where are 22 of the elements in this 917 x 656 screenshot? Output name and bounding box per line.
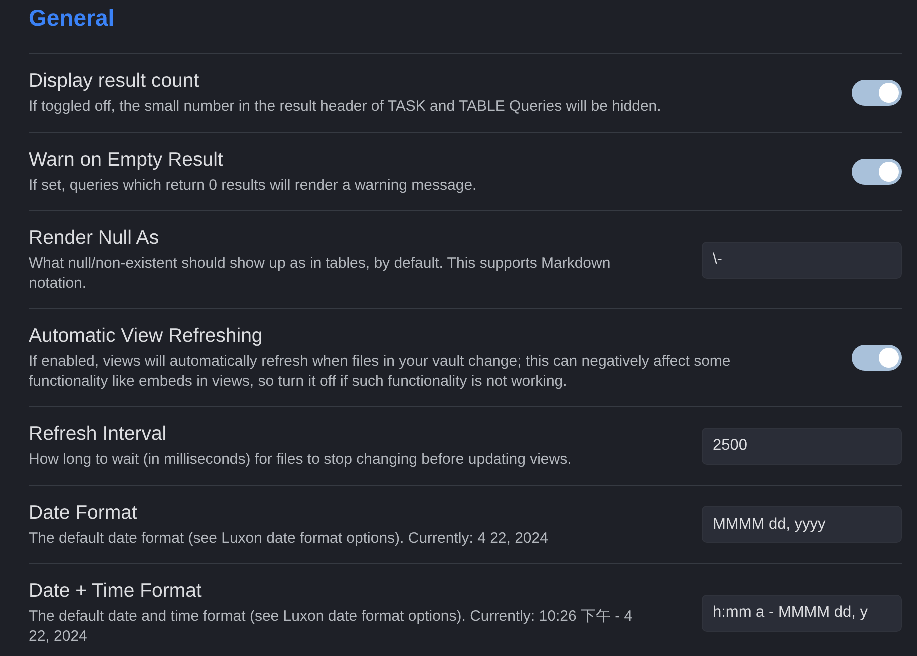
setting-name: Render Null As xyxy=(29,227,160,249)
section-heading: General xyxy=(29,4,116,33)
toggle-switch[interactable] xyxy=(852,80,902,106)
toggle-switch[interactable] xyxy=(852,158,902,185)
setting-name: Date Format xyxy=(29,502,138,524)
setting-description: What null/non-existent should show up as in tables, by default. This supports Markdown notation. xyxy=(29,254,612,293)
setting-name: Display result count xyxy=(29,70,200,92)
text-field[interactable]: 2500 xyxy=(702,428,902,465)
setting-description: If toggled off, the small number in the result header of TASK and TABLE Queries will be hidden. xyxy=(29,97,662,116)
setting-description: The default date and time format (see Luxon date format options). Currently: 10:26 下午 - 4 22, 2024 xyxy=(29,607,634,646)
text-field[interactable]: MMMM dd, yyyy xyxy=(702,506,902,544)
setting-description: The default date format (see Luxon date format options). Currently: 4 22, 2024 xyxy=(29,528,550,548)
toggle-switch[interactable] xyxy=(852,345,902,371)
setting-name: Date + Time Format xyxy=(29,580,203,602)
text-field[interactable]: \- xyxy=(702,242,902,278)
setting-description: If set, queries which return 0 results will render a warning message. xyxy=(29,176,478,195)
setting-name: Refresh Interval xyxy=(29,423,168,445)
text-field[interactable]: h:mm a - MMMM dd, y xyxy=(702,594,902,632)
setting-description: How long to wait (in milliseconds) for files to stop changing before updating views. xyxy=(29,450,573,470)
setting-name: Automatic View Refreshing xyxy=(29,325,264,347)
setting-description: If enabled, views will automatically refresh when files in your vault change; this can negatively affect some functionality like embeds in views, so turn it off if such functionality is not working. xyxy=(29,352,732,391)
setting-name: Warn on Empty Result xyxy=(29,148,224,170)
